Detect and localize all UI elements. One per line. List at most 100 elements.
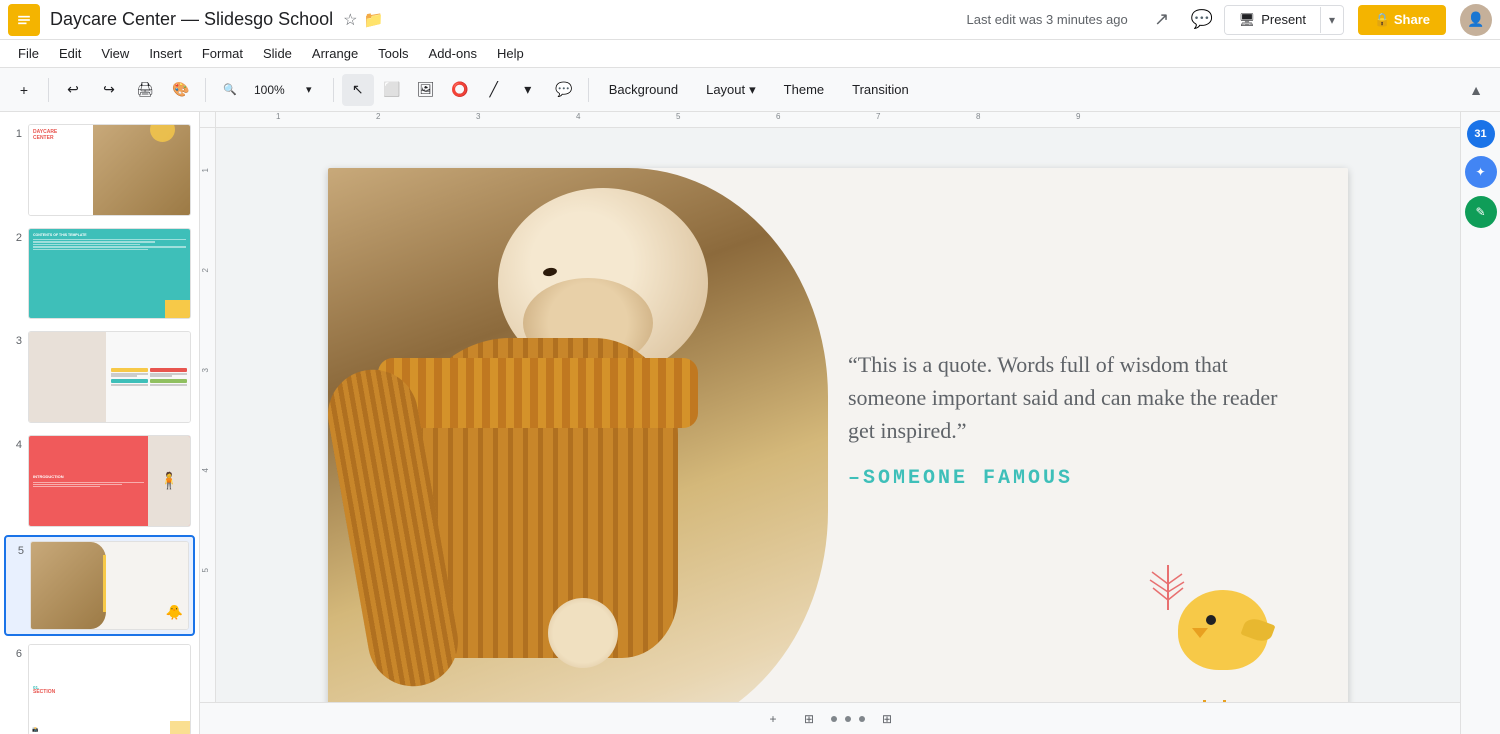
image-btn[interactable]: 🖼	[410, 74, 442, 106]
document-title: Daycare Center — Slidesgo School	[50, 9, 333, 30]
line-dropdown-btn[interactable]: ▾	[512, 74, 544, 106]
slide-num-1: 1	[8, 128, 22, 140]
canvas-wrapper: 1 2 3 4 5 6 7 8 9 1 2 3 4 5	[200, 112, 1460, 734]
menu-addons[interactable]: Add-ons	[419, 42, 487, 65]
slide-num-4: 4	[8, 439, 22, 451]
bottom-bar: + ⊞ ⊞	[200, 702, 1460, 734]
comments-icon[interactable]: 💬	[1186, 4, 1218, 36]
user-avatar[interactable]: 👤	[1460, 4, 1492, 36]
menu-edit[interactable]: Edit	[49, 42, 91, 65]
slide-num-2: 2	[8, 232, 22, 244]
slide-background: “This is a quote. Words full of wisdom t…	[328, 168, 1348, 734]
ruler-row: 1 2 3 4 5 6 7 8 9	[200, 112, 1460, 128]
slide-thumb-1: DAYCARECENTER	[28, 124, 191, 216]
doc-action-icons: ☆ 📁	[343, 10, 383, 30]
present-main-btn[interactable]: 🖥 Present	[1225, 6, 1320, 34]
chick-eye	[1206, 615, 1216, 625]
shapes-btn[interactable]: ⭕	[444, 74, 476, 106]
background-btn[interactable]: Background	[597, 77, 690, 102]
menu-help[interactable]: Help	[487, 42, 534, 65]
menu-slide[interactable]: Slide	[253, 42, 302, 65]
folder-icon[interactable]: 📁	[363, 10, 383, 30]
explore-icon[interactable]: ✦	[1465, 156, 1497, 188]
slide-panel: 1 DAYCARECENTER 2 CONTENTS OF THIS TEMPL…	[0, 112, 200, 734]
quote-body: “This is a quote. Words full of wisdom t…	[848, 348, 1308, 447]
slide-thumb-4: INTRODUCTION 🧍	[28, 435, 191, 527]
calendar-date: 31	[1474, 128, 1486, 140]
divider-4	[588, 78, 589, 102]
quote-text-area[interactable]: “This is a quote. Words full of wisdom t…	[848, 348, 1308, 490]
slide-thumb-6: 01. SECTION 📸	[28, 644, 191, 734]
dot-3	[859, 716, 865, 722]
zoom-out-btn[interactable]: 🔍	[214, 74, 246, 106]
text-box-btn[interactable]: ⬜	[376, 74, 408, 106]
present-label: Present	[1261, 12, 1306, 27]
chick-beak	[1192, 628, 1208, 638]
menu-bar: File Edit View Insert Format Slide Arran…	[0, 40, 1500, 68]
slide-num-3: 3	[8, 335, 22, 347]
slide-canvas[interactable]: “This is a quote. Words full of wisdom t…	[328, 168, 1348, 734]
dot-2	[845, 716, 851, 722]
zoom-level[interactable]: 100%	[250, 74, 289, 106]
menu-format[interactable]: Format	[192, 42, 253, 65]
slide-item-1[interactable]: 1 DAYCARECENTER	[4, 120, 195, 220]
add-slide-bottom-btn[interactable]: +	[759, 705, 787, 733]
present-monitor-icon: 🖥	[1239, 12, 1256, 28]
slide-thumb-5: 🐥	[30, 541, 189, 630]
analytics-icon[interactable]: ↗	[1146, 4, 1178, 36]
zoom-dropdown-btn[interactable]: ▾	[293, 74, 325, 106]
menu-view[interactable]: View	[91, 42, 139, 65]
star-icon[interactable]: ☆	[343, 10, 357, 30]
print-btn[interactable]: 🖨	[129, 74, 161, 106]
menu-insert[interactable]: Insert	[139, 42, 192, 65]
slide-item-3[interactable]: 3	[4, 327, 195, 427]
divider-1	[48, 78, 49, 102]
main-area: 1 DAYCARECENTER 2 CONTENTS OF THIS TEMPL…	[0, 112, 1500, 734]
content-row: 1 2 3 4 5	[200, 128, 1460, 734]
slide-thumb-2: CONTENTS OF THIS TEMPLATE	[28, 228, 191, 320]
slide-item-6[interactable]: 6 01. SECTION 📸	[4, 640, 195, 734]
canvas-scroll-area[interactable]: “This is a quote. Words full of wisdom t…	[216, 128, 1460, 734]
title-bar: Daycare Center — Slidesgo School ☆ 📁 Las…	[0, 0, 1500, 40]
undo-btn[interactable]: ↩	[57, 74, 89, 106]
divider-2	[205, 78, 206, 102]
slide-thumb-3	[28, 331, 191, 423]
edit-icon[interactable]: ✎	[1465, 196, 1497, 228]
add-slide-btn[interactable]: +	[8, 74, 40, 106]
tool-group: ↖ ⬜ 🖼 ⭕ ╱ ▾	[342, 74, 544, 106]
layout-label: Layout	[706, 82, 745, 97]
menu-arrange[interactable]: Arrange	[302, 42, 368, 65]
chick-body	[1178, 590, 1268, 670]
slide-options-btn[interactable]: ⊞	[873, 705, 901, 733]
toolbar: + ↩ ↪ 🖨 🎨 🔍 100% ▾ ↖ ⬜ 🖼 ⭕ ╱ ▾ 💬 Backgro…	[0, 68, 1500, 112]
app-icon[interactable]	[8, 4, 40, 36]
slide-item-2[interactable]: 2 CONTENTS OF THIS TEMPLATE	[4, 224, 195, 324]
layout-btn[interactable]: Layout ▾	[694, 77, 768, 103]
slide-item-4[interactable]: 4 INTRODUCTION 🧍	[4, 431, 195, 531]
theme-btn[interactable]: Theme	[772, 77, 836, 102]
layout-dropdown-icon: ▾	[749, 82, 756, 98]
slide-num-5: 5	[10, 545, 24, 557]
horizontal-ruler: 1 2 3 4 5 6 7 8 9	[216, 112, 1460, 128]
chick-illustration	[1178, 590, 1268, 700]
menu-file[interactable]: File	[8, 42, 49, 65]
share-button[interactable]: 🔒 Share	[1358, 5, 1446, 35]
present-button-group[interactable]: 🖥 Present ▾	[1224, 5, 1344, 35]
line-btn[interactable]: ╱	[478, 74, 510, 106]
crochet-monkey-image[interactable]	[328, 168, 828, 734]
transition-btn[interactable]: Transition	[840, 77, 921, 102]
toolbar-collapse-btn[interactable]: ▲	[1460, 74, 1492, 106]
last-edit-link[interactable]: Last edit was 3 minutes ago	[967, 12, 1128, 27]
slide-item-5[interactable]: 5 🐥	[4, 535, 195, 636]
monkey-body	[368, 188, 788, 728]
paint-format-btn[interactable]: 🎨	[165, 74, 197, 106]
select-tool-btn[interactable]: ↖	[342, 74, 374, 106]
calendar-badge[interactable]: 31	[1467, 120, 1495, 148]
present-dropdown-btn[interactable]: ▾	[1320, 7, 1343, 33]
comment-btn[interactable]: 💬	[548, 74, 580, 106]
ruler-corner	[200, 112, 216, 128]
redo-btn[interactable]: ↪	[93, 74, 125, 106]
menu-tools[interactable]: Tools	[368, 42, 418, 65]
grid-view-btn[interactable]: ⊞	[795, 705, 823, 733]
quote-author: –SOMEONE FAMOUS	[848, 467, 1308, 490]
